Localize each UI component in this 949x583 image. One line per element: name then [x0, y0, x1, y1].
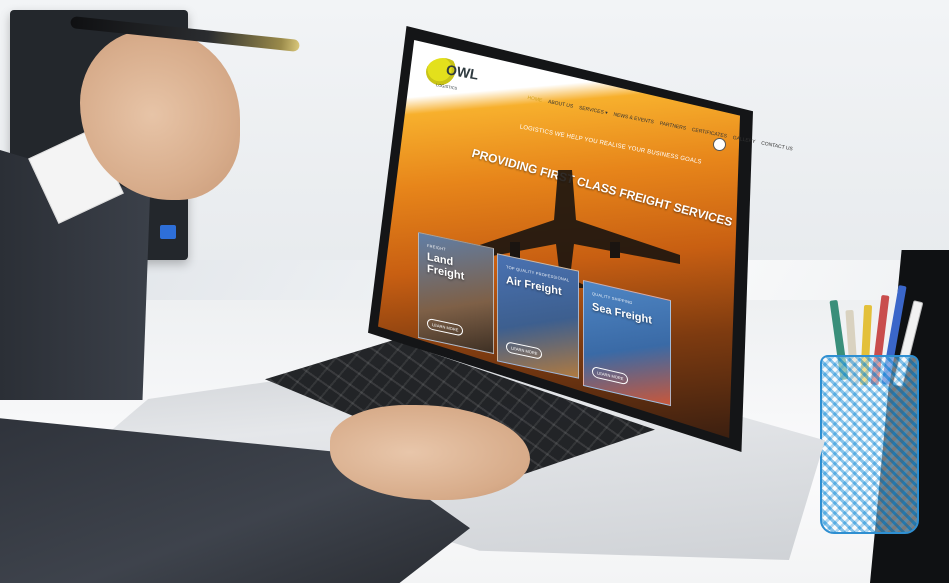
card-title: Sea Freight — [592, 300, 652, 327]
card-air-freight[interactable]: TOP QUALITY PROFESSIONAL Air Freight LEA… — [497, 253, 579, 379]
card-land-freight[interactable]: FREIGHT Land Freight LEARN MORE — [418, 231, 494, 355]
learn-more-button[interactable]: LEARN MORE — [592, 365, 629, 386]
search-icon[interactable] — [713, 138, 726, 151]
card-sea-freight[interactable]: QUALITY SHIPPING Sea Freight LEARN MORE — [583, 279, 671, 407]
cup — [820, 355, 919, 534]
card-title: Land Freight — [427, 250, 465, 283]
learn-more-button[interactable]: LEARN MORE — [427, 317, 464, 337]
learn-more-button[interactable]: LEARN MORE — [506, 341, 543, 360]
monitor-light — [160, 225, 176, 239]
